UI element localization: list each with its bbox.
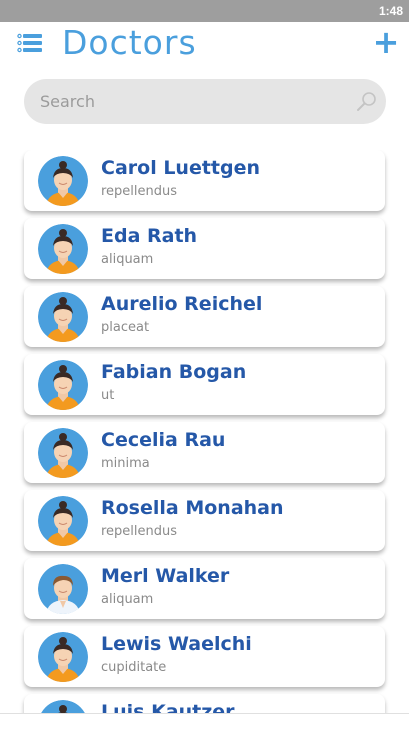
doctor-name: Aurelio Reichel	[101, 293, 263, 315]
doctor-avatar-female-icon	[38, 428, 88, 478]
doctor-card[interactable]: Cecelia Rau minima	[24, 422, 385, 483]
doctor-card[interactable]: Merl Walker aliquam	[24, 558, 385, 619]
doctor-specialty: minima	[101, 456, 150, 471]
doctor-name: Cecelia Rau	[101, 429, 226, 451]
doctor-avatar-male-icon	[38, 564, 88, 614]
doctor-card[interactable]: Luis Kautzer	[24, 694, 385, 713]
doctor-name: Carol Luettgen	[101, 157, 261, 179]
doctor-avatar-female-icon	[38, 496, 88, 546]
doctor-name: Lewis Waelchi	[101, 633, 252, 655]
doctor-specialty: cupiditate	[101, 660, 167, 675]
app-header: Doctors +	[0, 22, 409, 68]
search-bar	[24, 79, 386, 124]
menu-icon[interactable]	[17, 32, 43, 54]
page-title: Doctors	[62, 23, 197, 62]
doctor-card[interactable]: Rosella Monahan repellendus	[24, 490, 385, 551]
doctor-list: Carol Luettgen repellendus Eda Rath aliqua…	[0, 150, 409, 713]
doctor-specialty: aliquam	[101, 252, 154, 267]
doctor-avatar-female-icon	[38, 632, 88, 682]
status-time: 1:48	[378, 4, 403, 18]
search-icon[interactable]	[356, 90, 378, 112]
doctor-avatar-female-icon	[38, 156, 88, 206]
doctor-specialty: repellendus	[101, 524, 178, 539]
doctor-specialty: ut	[101, 388, 115, 403]
doctor-avatar-female-icon	[38, 360, 88, 410]
doctor-card[interactable]: Carol Luettgen repellendus	[24, 150, 385, 211]
doctor-specialty: aliquam	[101, 592, 154, 607]
search-input[interactable]	[40, 79, 340, 124]
doctor-avatar-female-icon	[38, 292, 88, 342]
doctor-specialty: repellendus	[101, 184, 178, 199]
doctor-name: Merl Walker	[101, 565, 230, 587]
doctor-card[interactable]: Fabian Bogan ut	[24, 354, 385, 415]
add-doctor-button[interactable]: +	[371, 26, 401, 58]
status-bar: 1:48	[0, 0, 409, 22]
doctor-card[interactable]: Eda Rath aliquam	[24, 218, 385, 279]
doctor-specialty: placeat	[101, 320, 150, 335]
doctor-avatar-female-icon	[38, 224, 88, 274]
doctor-avatar-female-icon	[38, 700, 88, 713]
doctor-card[interactable]: Aurelio Reichel placeat	[24, 286, 385, 347]
doctor-name: Eda Rath	[101, 225, 198, 247]
doctor-name: Fabian Bogan	[101, 361, 247, 383]
doctor-name: Luis Kautzer	[101, 701, 235, 713]
doctor-name: Rosella Monahan	[101, 497, 284, 519]
doctor-card[interactable]: Lewis Waelchi cupiditate	[24, 626, 385, 687]
bottom-edge	[0, 713, 409, 729]
